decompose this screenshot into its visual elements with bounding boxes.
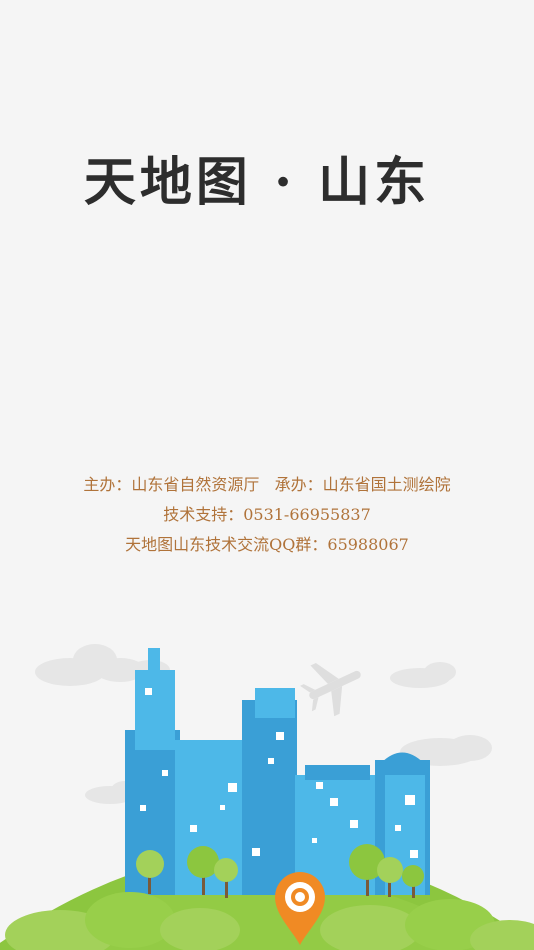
splash-screen: 天地图 · 山东 主办：山东省自然资源厅 承办：山东省国土测绘院 技术支持：05… bbox=[0, 0, 534, 950]
qq-group-text: 天地图山东技术交流QQ群：65988067 bbox=[125, 535, 409, 554]
credits-block: 主办：山东省自然资源厅 承办：山东省国土测绘院 技术支持：0531-669558… bbox=[0, 470, 534, 560]
app-title: 天地图 · 山东 bbox=[83, 152, 431, 213]
cloud-icon bbox=[390, 662, 456, 688]
organizer-text: 承办：山东省国土测绘院 bbox=[274, 475, 451, 494]
airplane-icon bbox=[300, 663, 361, 717]
credits-line-hosts: 主办：山东省自然资源厅 承办：山东省国土测绘院 bbox=[0, 470, 534, 500]
tech-support-text: 技术支持：0531-66955837 bbox=[163, 505, 371, 524]
city-illustration bbox=[0, 644, 534, 950]
host-text: 主办：山东省自然资源厅 bbox=[83, 475, 260, 494]
